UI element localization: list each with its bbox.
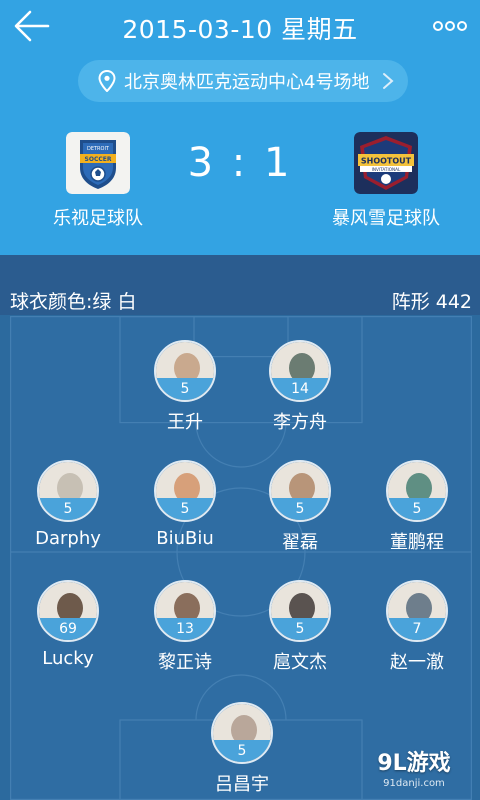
player-avatar[interactable]: 5 xyxy=(269,580,331,642)
player-name: 赵一澈 xyxy=(390,652,444,673)
player-card[interactable]: 5 BiuBiu xyxy=(130,460,240,549)
player-card[interactable]: 5 扈文杰 xyxy=(245,580,355,674)
player-avatar[interactable]: 13 xyxy=(154,580,216,642)
player-name: 李方舟 xyxy=(273,412,327,433)
jersey-color-label: 球衣颜色:绿 白 xyxy=(10,291,137,313)
player-number: 13 xyxy=(156,618,214,640)
player-card[interactable]: 5 董鹏程 xyxy=(362,460,472,554)
player-number: 5 xyxy=(156,498,214,520)
venue-name: 北京奥林匹克运动中心4号场地 xyxy=(124,72,370,93)
player-avatar[interactable]: 5 xyxy=(386,460,448,522)
player-name: Lucky xyxy=(42,648,94,669)
player-name: Darphy xyxy=(35,528,101,549)
away-team-logo[interactable]: SHOOTOUT INVITATIONAL xyxy=(354,132,418,194)
player-name: 吕昌宇 xyxy=(215,774,269,795)
player-name: 董鹏程 xyxy=(390,532,444,553)
player-card[interactable]: 5 翟磊 xyxy=(245,460,355,554)
venue-selector[interactable]: 北京奥林匹克运动中心4号场地 xyxy=(78,60,408,102)
player-card[interactable]: 5 吕昌宇 xyxy=(187,702,297,796)
watermark: 9L游戏 91danji.com xyxy=(358,750,470,794)
player-name: BiuBiu xyxy=(156,528,214,549)
player-avatar[interactable]: 7 xyxy=(386,580,448,642)
formation-label: 阵形 442 xyxy=(391,291,472,313)
location-pin-icon xyxy=(98,70,116,92)
watermark-url: 91danji.com xyxy=(383,778,445,789)
home-team-name: 乐视足球队 xyxy=(53,208,143,229)
player-avatar[interactable]: 5 xyxy=(154,460,216,522)
player-avatar[interactable]: 14 xyxy=(269,340,331,402)
match-date-title: 2015-03-10 星期五 xyxy=(122,15,358,44)
player-card[interactable]: 69 Lucky xyxy=(13,580,123,669)
player-card[interactable]: 7 赵一澈 xyxy=(362,580,472,674)
player-avatar[interactable]: 5 xyxy=(211,702,273,764)
more-button[interactable] xyxy=(432,14,468,38)
player-number: 5 xyxy=(271,618,329,640)
chevron-right-icon xyxy=(383,73,394,89)
player-name: 翟磊 xyxy=(282,532,318,553)
watermark-logo: 9L游戏 xyxy=(377,751,451,776)
player-name: 黎正诗 xyxy=(158,652,212,673)
away-team-name: 暴风雪足球队 xyxy=(332,208,440,229)
player-avatar[interactable]: 69 xyxy=(37,580,99,642)
away-team[interactable]: SHOOTOUT INVITATIONAL 暴风雪足球队 xyxy=(306,132,466,230)
player-number: 5 xyxy=(39,498,97,520)
player-name: 扈文杰 xyxy=(273,652,327,673)
player-number: 69 xyxy=(39,618,97,640)
player-card[interactable]: 5 王升 xyxy=(130,340,240,434)
player-number: 5 xyxy=(213,740,271,762)
player-avatar[interactable]: 5 xyxy=(37,460,99,522)
match-header: 2015-03-10 星期五 北京奥林匹克运动中心4号场地 DETROIT SO… xyxy=(0,0,480,255)
away-logo-text-sub: INVITATIONAL xyxy=(372,167,401,172)
player-card[interactable]: 5 Darphy xyxy=(13,460,123,549)
player-card[interactable]: 13 黎正诗 xyxy=(130,580,240,674)
more-dots-icon xyxy=(433,21,467,31)
player-number: 14 xyxy=(271,378,329,400)
player-number: 7 xyxy=(388,618,446,640)
player-avatar[interactable]: 5 xyxy=(154,340,216,402)
player-number: 5 xyxy=(156,378,214,400)
player-number: 5 xyxy=(388,498,446,520)
player-number: 5 xyxy=(271,498,329,520)
player-name: 王升 xyxy=(167,412,203,433)
player-avatar[interactable]: 5 xyxy=(269,460,331,522)
away-logo-text-main: SHOOTOUT xyxy=(361,157,412,166)
player-card[interactable]: 14 李方舟 xyxy=(245,340,355,434)
